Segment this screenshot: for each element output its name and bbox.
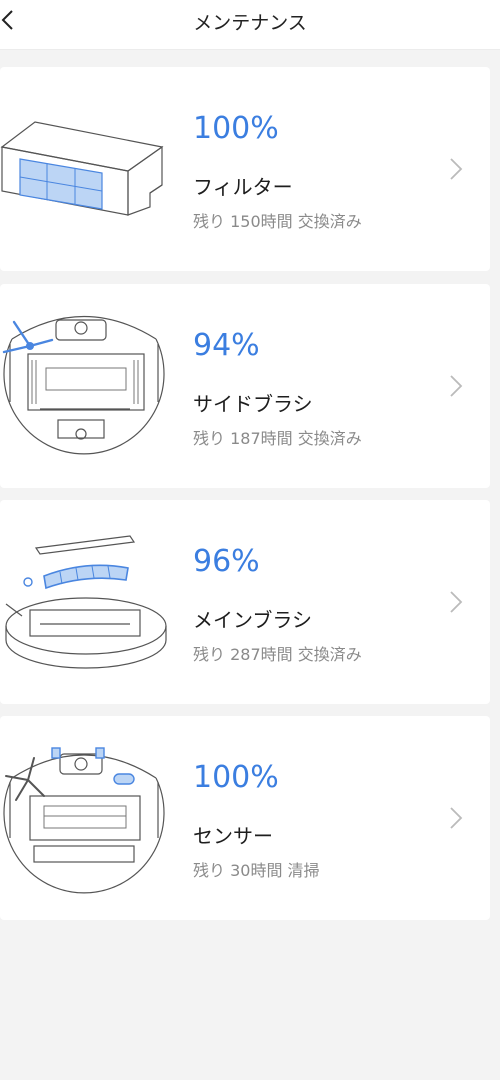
maintenance-item-side-brush[interactable]: 94% サイドブラシ 残り 187時間 交換済み — [0, 284, 490, 488]
side-brush-icon — [0, 284, 180, 488]
main-brush-percent: 96% — [193, 544, 260, 579]
chevron-right-icon — [450, 591, 463, 613]
filter-percent: 100% — [193, 111, 279, 146]
main-brush-icon — [0, 500, 180, 704]
filter-remaining: 残り 150時間 交換済み — [193, 212, 362, 231]
side-brush-name: サイドブラシ — [193, 392, 313, 416]
page-title: メンテナンス — [193, 12, 307, 34]
main-brush-remaining: 残り 287時間 交換済み — [193, 645, 362, 664]
chevron-right-icon — [450, 807, 463, 829]
sensor-remaining: 残り 30時間 清掃 — [193, 861, 320, 880]
chevron-right-icon — [450, 158, 463, 180]
chevron-right-icon — [450, 375, 463, 397]
filter-icon — [0, 67, 180, 271]
maintenance-item-main-brush[interactable]: 96% メインブラシ 残り 287時間 交換済み — [0, 500, 490, 704]
sensor-icon — [0, 716, 180, 920]
filter-name: フィルター — [193, 175, 293, 199]
main-brush-name: メインブラシ — [193, 608, 312, 632]
sensor-name: センサー — [193, 824, 273, 848]
side-brush-percent: 94% — [193, 328, 260, 363]
top-bar: メンテナンス — [0, 0, 500, 50]
maintenance-item-filter[interactable]: 100% フィルター 残り 150時間 交換済み — [0, 67, 490, 271]
side-brush-remaining: 残り 187時間 交換済み — [193, 429, 362, 448]
sensor-percent: 100% — [193, 760, 279, 795]
maintenance-item-sensor[interactable]: 100% センサー 残り 30時間 清掃 — [0, 716, 490, 920]
